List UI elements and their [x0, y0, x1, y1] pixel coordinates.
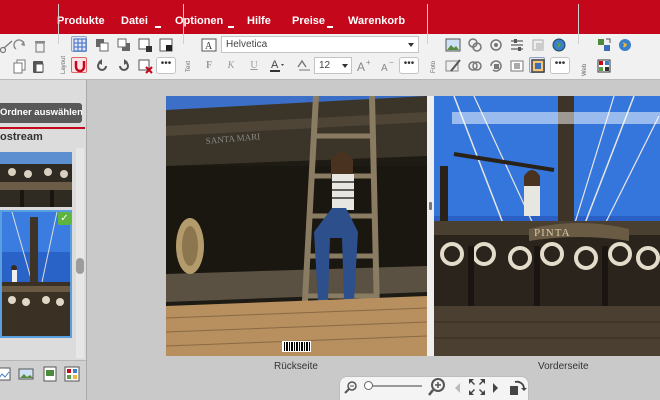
svg-text:A: A [357, 60, 365, 74]
next-arrow-icon[interactable] [491, 380, 501, 396]
photo-crop-icon[interactable] [530, 37, 546, 53]
rotate-icon[interactable] [507, 377, 527, 397]
web-section-label: Web [582, 63, 588, 76]
barcode [282, 341, 311, 352]
web-globe-icon[interactable] [617, 37, 633, 53]
font-family-select[interactable]: Helvetica [221, 36, 419, 53]
svg-text:A: A [205, 41, 213, 52]
svg-text:A: A [271, 59, 279, 71]
foto-more-button[interactable]: ••• [550, 57, 570, 74]
zoom-slider-knob[interactable] [364, 381, 373, 390]
menu-datei-caret[interactable] [155, 26, 161, 28]
photo-link-icon[interactable] [467, 37, 483, 53]
sidebar-scrollbar-thumb[interactable] [76, 258, 84, 274]
photo-thumbnail-selected[interactable] [0, 210, 72, 338]
underline-button[interactable]: U [245, 58, 263, 74]
toolbar-separator [578, 4, 579, 44]
selected-check-icon: ✓ [58, 212, 71, 225]
photostream-title: ostream [0, 131, 43, 143]
back-page-label: Rückseite [274, 361, 318, 372]
photo-collage-icon[interactable] [64, 366, 80, 382]
toolbar-separator [58, 4, 59, 44]
text-more-button[interactable]: ••• [399, 57, 419, 74]
copy-icon[interactable] [12, 58, 28, 74]
bold-button[interactable]: F [200, 58, 218, 74]
trash-icon[interactable] [32, 38, 48, 54]
front-page-label: Vorderseite [538, 361, 589, 372]
add-text-icon[interactable]: A [201, 37, 217, 53]
rotate-left-icon[interactable] [94, 58, 110, 74]
sidebar-divider [0, 127, 85, 129]
menu-preise[interactable]: Preise [292, 15, 325, 27]
photo-mask-icon[interactable] [467, 58, 483, 74]
sidebar-scrollbar[interactable] [76, 148, 84, 358]
italic-button[interactable]: K [222, 58, 240, 74]
fullscreen-icon[interactable] [467, 377, 487, 397]
zoom-slider-track[interactable] [366, 385, 422, 387]
svg-text:A: A [381, 63, 388, 74]
layer-front-icon[interactable] [116, 37, 132, 53]
add-photos-icon[interactable] [0, 366, 12, 382]
photo-replace-icon[interactable] [488, 58, 504, 74]
font-grow-icon[interactable]: A + [356, 58, 372, 74]
svg-text:PINTA: PINTA [534, 227, 571, 239]
chevron-down-icon [342, 64, 348, 68]
menu-bar: Produkte Datei Optionen Hilfe Preise War… [0, 0, 660, 34]
menu-preise-caret[interactable] [327, 26, 333, 28]
photo-effect-icon[interactable] [488, 37, 504, 53]
layer-back-icon[interactable] [94, 37, 110, 53]
book-spine[interactable] [427, 96, 434, 356]
redo-icon[interactable] [12, 38, 28, 54]
paste-icon[interactable] [30, 58, 46, 74]
frame-image-icon[interactable] [158, 37, 174, 53]
rotate-right-icon[interactable] [116, 58, 132, 74]
layout-section-label: Layout [61, 55, 67, 74]
layout-more-button[interactable]: ••• [156, 57, 176, 74]
web-sync-icon[interactable] [596, 37, 612, 53]
menu-datei[interactable]: Datei [121, 15, 148, 27]
back-cover-page[interactable]: SANTA MARI [166, 96, 427, 356]
svg-text:+: + [366, 58, 371, 67]
menu-hilfe[interactable]: Hilfe [247, 15, 271, 27]
photo-edit-icon[interactable] [445, 58, 461, 74]
grid-icon[interactable] [71, 36, 87, 52]
web-qr-icon[interactable] [596, 58, 612, 74]
select-folder-button[interactable]: Ordner auswählen [0, 103, 82, 123]
photo-thumbnail[interactable] [0, 152, 72, 207]
photo-page-icon[interactable] [42, 366, 58, 382]
front-cover-page[interactable]: PINTA [434, 96, 660, 356]
photo-frame-icon[interactable] [529, 57, 545, 73]
toolbar-separator [427, 4, 428, 44]
photo-adjust-icon[interactable] [509, 37, 525, 53]
photo-thumbnail-list: ✓ [0, 148, 74, 358]
frame-add-icon[interactable] [137, 37, 153, 53]
menu-produkte[interactable]: Produkte [57, 15, 105, 27]
line-height-icon[interactable] [296, 57, 312, 73]
photo-view-icon[interactable] [18, 366, 34, 382]
prev-arrow-icon[interactable] [452, 380, 462, 396]
delete-frame-icon[interactable] [137, 58, 153, 74]
menu-optionen-caret[interactable] [228, 26, 234, 28]
font-shrink-icon[interactable]: A − [379, 58, 395, 74]
menu-warenkorb[interactable]: Warenkorb [348, 15, 405, 27]
zoom-out-icon[interactable] [343, 379, 359, 395]
toolbar-separator [183, 4, 184, 44]
add-photo-icon[interactable] [445, 37, 461, 53]
foto-section-label: Foto [431, 60, 437, 73]
photo-fit-icon[interactable] [509, 58, 525, 74]
svg-text:−: − [389, 58, 394, 67]
magnet-icon[interactable] [71, 57, 87, 73]
zoom-in-icon[interactable] [427, 377, 447, 397]
spine-handle-icon[interactable] [429, 202, 432, 210]
globe-icon[interactable] [551, 37, 567, 53]
text-color-icon[interactable]: A [269, 57, 285, 73]
text-section-label: Text [186, 60, 192, 72]
app-window: Produkte Datei Optionen Hilfe Preise War… [0, 0, 660, 400]
font-size-select[interactable]: 12 [314, 57, 352, 74]
chevron-down-icon [408, 43, 414, 47]
